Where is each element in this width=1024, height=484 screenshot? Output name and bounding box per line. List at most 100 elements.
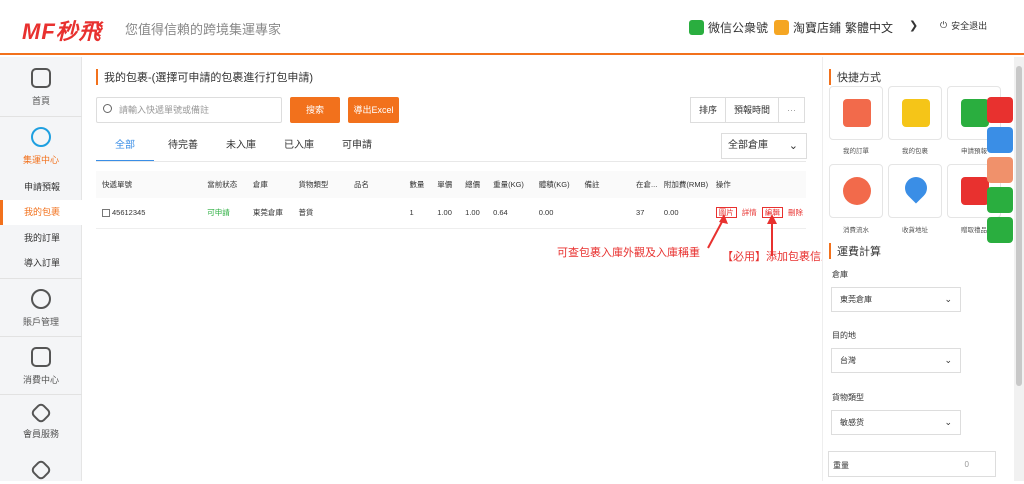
quick-address[interactable] bbox=[888, 164, 942, 218]
taobao-link[interactable]: 淘寶店鋪 bbox=[774, 19, 841, 36]
col-note: 備註 bbox=[578, 171, 631, 198]
tab-all[interactable]: 全部 bbox=[96, 132, 154, 162]
calc-cargo-label: 貨物類型 bbox=[832, 393, 864, 402]
chevron-down-icon: ⌄ bbox=[944, 355, 952, 365]
tracking-number: 45612345 bbox=[112, 208, 146, 218]
calc-weight-field[interactable]: 重量 0 bbox=[828, 451, 996, 477]
top-header: MF秒飛 您值得信賴的跨境集運專家 微信公衆號 淘寶店鋪 繁體中文 ❯ ⏻ 安全… bbox=[0, 0, 1024, 55]
quick-transactions[interactable] bbox=[829, 164, 883, 218]
tab-stored[interactable]: 已入庫 bbox=[270, 132, 328, 162]
cell-price: 1.00 bbox=[431, 198, 460, 229]
export-excel-button[interactable]: 導出Excel bbox=[348, 97, 399, 123]
chat-bot-icon[interactable] bbox=[987, 127, 1013, 153]
calc-dest-label: 目的地 bbox=[832, 331, 856, 340]
annotation-photo: 可查包裹入庫外觀及入庫稱重 bbox=[557, 247, 700, 259]
tab-incomplete[interactable]: 待完善 bbox=[154, 132, 212, 162]
col-qty: 數量 bbox=[403, 171, 432, 198]
sort-more-button[interactable]: ··· bbox=[779, 98, 804, 122]
shipping-center-icon bbox=[31, 127, 51, 147]
logout-label: 安全退出 bbox=[951, 21, 988, 31]
sidebar-consumption[interactable]: 消費中心 bbox=[0, 347, 82, 386]
calc-dest-select[interactable]: 台灣 ⌄ bbox=[831, 348, 961, 373]
warehouse-select-value: 全部倉庫 bbox=[728, 140, 768, 151]
tab-divider bbox=[96, 161, 806, 162]
home-icon bbox=[31, 68, 51, 88]
scrollbar-thumb[interactable] bbox=[1016, 66, 1022, 386]
sidebar-member[interactable]: 會員服務 bbox=[0, 401, 82, 440]
col-type: 貨物類型 bbox=[292, 171, 348, 198]
calc-warehouse-label: 倉庫 bbox=[832, 270, 848, 279]
sidebar-divider bbox=[0, 116, 82, 117]
diamond-icon bbox=[29, 401, 53, 425]
truck-icon bbox=[961, 99, 989, 127]
status-badge: 可申請 bbox=[201, 198, 247, 229]
sidebar-item-import-orders[interactable]: 導入訂單 bbox=[0, 251, 82, 276]
sidebar-consumption-label: 消費中心 bbox=[22, 375, 59, 385]
language-chevron-icon[interactable]: ❯ bbox=[909, 19, 918, 32]
cell-total: 1.00 bbox=[459, 198, 488, 229]
quick-my-packages-label: 我的包裹 bbox=[902, 148, 928, 155]
sidebar-home[interactable]: 首頁 bbox=[0, 68, 82, 107]
quick-address-label: 收貨地址 bbox=[902, 227, 928, 234]
sort-label: 排序 bbox=[691, 98, 727, 122]
sidebar-home-label: 首頁 bbox=[31, 96, 50, 106]
tab-not-stored[interactable]: 未入庫 bbox=[212, 132, 270, 162]
search-icon bbox=[103, 104, 112, 113]
col-fee: 附加費(RMB) bbox=[657, 171, 710, 198]
quick-title: 快捷方式 bbox=[829, 69, 881, 85]
sidebar-member-label: 會員服務 bbox=[22, 429, 59, 439]
calc-warehouse-select[interactable]: 東莞倉庫 ⌄ bbox=[831, 287, 961, 312]
quick-my-orders[interactable] bbox=[829, 86, 883, 140]
sidebar-shipping-center[interactable]: 集運中心 bbox=[0, 127, 82, 166]
cell-note bbox=[578, 198, 631, 229]
col-tracking: 快遞單號 bbox=[96, 171, 202, 198]
logout-button[interactable]: ⏻ 安全退出 bbox=[940, 19, 987, 32]
sidebar-item-forecast[interactable]: 申請預報 bbox=[0, 175, 82, 200]
search-button[interactable]: 搜索 bbox=[290, 97, 340, 123]
search-input[interactable]: 請輸入快遞單號或備註 bbox=[96, 97, 282, 123]
cell-weight: 0.64 bbox=[487, 198, 533, 229]
col-actions: 操作 bbox=[709, 171, 806, 198]
package-icon bbox=[902, 99, 930, 127]
calc-warehouse-value: 東莞倉庫 bbox=[840, 295, 872, 304]
cell-type: 普貨 bbox=[292, 198, 348, 229]
warehouse-select[interactable]: 全部倉庫 ⌄ bbox=[721, 133, 807, 159]
sidebar-shipping-center-label: 集運中心 bbox=[22, 155, 59, 165]
calc-title: 運費計算 bbox=[829, 243, 881, 259]
col-days: 在倉... bbox=[630, 171, 658, 198]
line-icon[interactable] bbox=[987, 217, 1013, 243]
arrow-head-edit bbox=[767, 214, 777, 224]
calc-cargo-select[interactable]: 敏感货 ⌄ bbox=[831, 410, 961, 435]
sidebar-account[interactable]: 賬戶管理 bbox=[0, 289, 82, 328]
sidebar-account-label: 賬戶管理 bbox=[22, 317, 59, 327]
calc-dest-value: 台灣 bbox=[840, 356, 856, 365]
wechat-link[interactable]: 微信公衆號 bbox=[689, 19, 768, 36]
account-icon bbox=[31, 289, 51, 309]
col-volume: 體積(KG) bbox=[532, 171, 579, 198]
logo[interactable]: MF秒飛 bbox=[22, 14, 102, 46]
chevron-down-icon: ⌄ bbox=[788, 140, 798, 152]
tab-applicable[interactable]: 可申請 bbox=[328, 132, 386, 162]
qq-icon[interactable] bbox=[987, 97, 1013, 123]
calc-weight-value: 0 bbox=[964, 460, 969, 469]
quick-transactions-label: 消費流水 bbox=[843, 227, 869, 234]
quick-my-packages[interactable] bbox=[888, 86, 942, 140]
quick-my-orders-label: 我的訂單 bbox=[843, 148, 869, 155]
sort-select[interactable]: 預報時間 bbox=[726, 98, 780, 122]
language-select[interactable]: 繁體中文 bbox=[845, 19, 893, 36]
calc-cargo-value: 敏感货 bbox=[840, 418, 864, 427]
wechat-label: 微信公衆號 bbox=[708, 21, 769, 35]
row-checkbox[interactable] bbox=[102, 209, 110, 218]
gift-icon bbox=[961, 177, 989, 205]
col-weight: 重量(KG) bbox=[487, 171, 533, 198]
page-title: 我的包裹-(選擇可申請的包裹進行打包申請) bbox=[96, 69, 313, 85]
sidebar-item-my-packages[interactable]: 我的包裹 bbox=[0, 200, 82, 225]
phone-icon[interactable] bbox=[987, 157, 1013, 183]
location-pin-icon bbox=[900, 172, 932, 204]
wechat-float-icon[interactable] bbox=[987, 187, 1013, 213]
sidebar-item-my-orders[interactable]: 我的訂單 bbox=[0, 226, 82, 251]
power-icon: ⏻ bbox=[940, 20, 948, 30]
delete-button[interactable]: 刪除 bbox=[788, 208, 803, 217]
pie-chart-icon bbox=[843, 177, 871, 205]
col-name: 品名 bbox=[347, 171, 404, 198]
